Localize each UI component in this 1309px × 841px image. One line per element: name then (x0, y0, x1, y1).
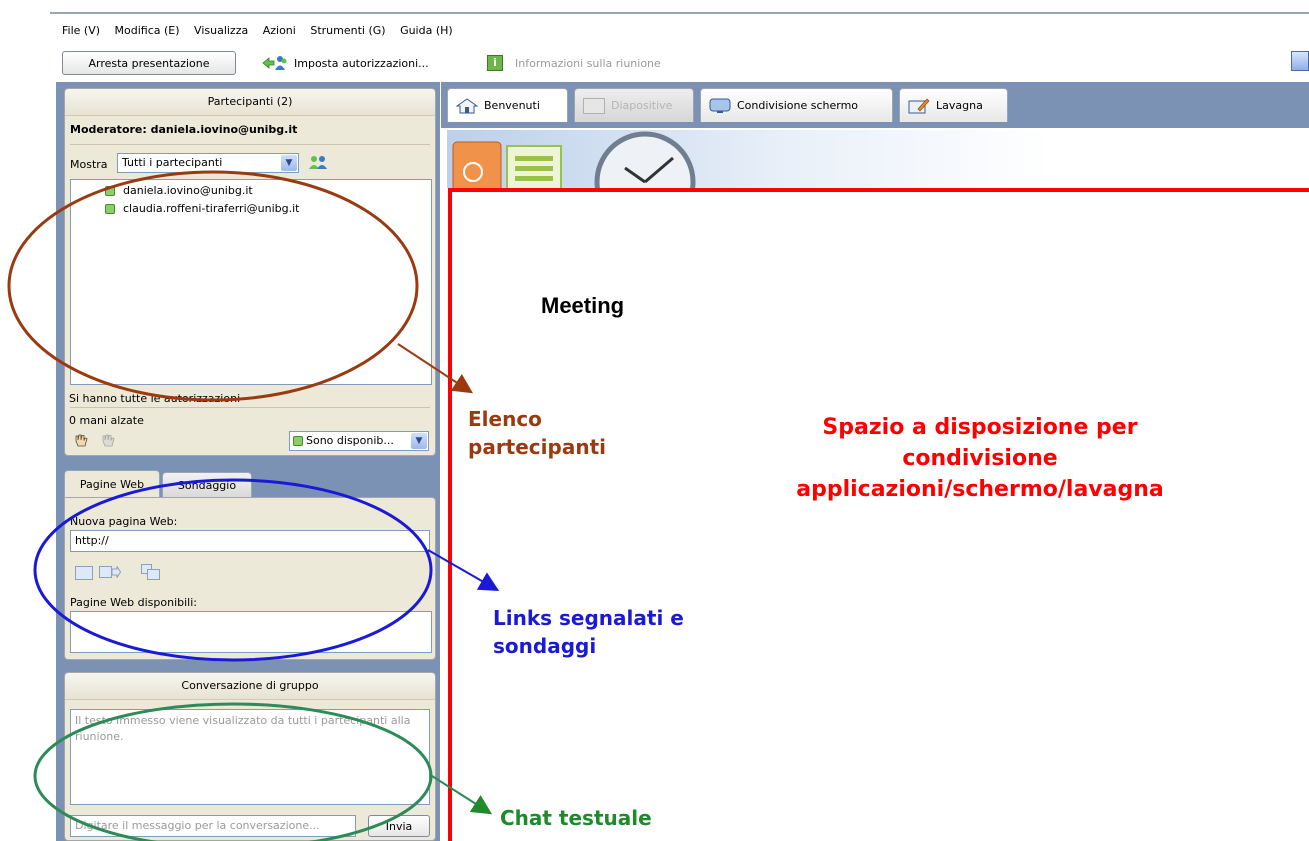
group-chat-title: Conversazione di gruppo (65, 673, 435, 700)
web-page-copy-icon[interactable] (141, 564, 161, 580)
meeting-info-label: Informazioni sulla riunione (515, 56, 661, 70)
group-chat-panel: Conversazione di gruppo Il testo immesso… (64, 672, 436, 841)
set-permissions-label: Imposta autorizzazioni... (294, 56, 429, 70)
chevron-down-icon: ▼ (411, 433, 427, 449)
menu-file[interactable]: File (V) (62, 20, 100, 42)
status-available-icon (293, 436, 303, 446)
divider (70, 144, 430, 145)
tab-web-pages[interactable]: Pagine Web (64, 470, 160, 498)
status-available-icon (105, 186, 115, 196)
chat-annotation: Chat testuale (500, 806, 652, 830)
menu-help[interactable]: Guida (H) (400, 20, 453, 42)
info-icon: i (487, 55, 503, 71)
availability-status-select[interactable]: Sono disponib... ▼ (289, 431, 429, 451)
share-area-annotation: Spazio a disposizione per condivisione a… (796, 415, 1164, 502)
web-pages-panel: Nuova pagina Web: http:// Pagine Web dis… (64, 497, 436, 660)
whiteboard-pen-icon (908, 97, 930, 114)
new-page-label: Nuova pagina Web: (70, 515, 178, 528)
tab-poll[interactable]: Sondaggio (162, 472, 252, 498)
participants-group-icon[interactable] (308, 153, 328, 173)
web-page-send-icon[interactable] (99, 564, 122, 580)
menu-bar: File (V) Modifica (E) Visualizza Azioni … (62, 20, 1309, 42)
participants-filter-select[interactable]: Tutti i partecipanti ▼ (117, 153, 299, 173)
participants-panel: Partecipanti (2) Moderatore: daniela.iov… (64, 88, 436, 456)
stop-presentation-button[interactable]: Arresta presentazione (62, 51, 236, 75)
display-settings-icon[interactable] (1291, 51, 1309, 71)
divider (70, 407, 430, 408)
window-top-border (50, 12, 1309, 14)
web-page-view-icon[interactable] (75, 566, 93, 580)
permissions-status: Si hanno tutte le autorizzazioni (69, 392, 241, 405)
show-label: Mostra (70, 158, 108, 171)
slides-icon (583, 97, 605, 114)
tab-slides[interactable]: Diapositive (574, 88, 694, 122)
available-pages-label: Pagine Web disponibili: (70, 596, 197, 609)
status-available-icon (105, 204, 115, 214)
tab-welcome[interactable]: Benvenuti (447, 88, 568, 122)
left-pane: Partecipanti (2) Moderatore: daniela.iov… (56, 82, 440, 841)
chevron-down-icon: ▼ (281, 155, 297, 171)
links-annotation: Links segnalati e sondaggi (493, 606, 684, 658)
welcome-banner-illustration (452, 131, 696, 188)
menu-edit[interactable]: Modifica (E) (115, 20, 180, 42)
tab-screen-sharing[interactable]: Condivisione schermo (700, 88, 893, 122)
menu-actions[interactable]: Azioni (263, 20, 296, 42)
main-tabstrip: Benvenuti Diapositive Condivisione scher… (441, 82, 1309, 128)
sharing-area-frame (448, 188, 1309, 841)
participants-title: Partecipanti (2) (65, 89, 435, 116)
hands-raised-count: 0 mani alzate (69, 414, 144, 427)
monitor-icon (709, 98, 731, 114)
raise-hand-icon[interactable] (73, 432, 89, 448)
send-button[interactable]: Invia (368, 815, 430, 837)
filter-value: Tutti i partecipanti (122, 156, 223, 169)
welcome-banner (447, 130, 1309, 188)
tab-whiteboard[interactable]: Lavagna (899, 88, 1008, 122)
status-value: Sono disponib... (306, 434, 394, 447)
menu-tools[interactable]: Strumenti (G) (310, 20, 385, 42)
participants-list[interactable]: daniela.iovino@unibg.it claudia.roffeni-… (70, 179, 432, 385)
lower-hand-icon[interactable] (100, 432, 116, 448)
url-input[interactable]: http:// (70, 530, 430, 552)
set-permissions-button[interactable]: Imposta autorizzazioni... (262, 52, 429, 74)
menu-view[interactable]: Visualizza (194, 20, 248, 42)
people-permissions-icon (262, 54, 288, 72)
home-icon (455, 97, 479, 114)
list-item[interactable]: claudia.roffeni-tiraferri@unibg.it (105, 200, 431, 218)
list-item[interactable]: daniela.iovino@unibg.it (105, 182, 431, 200)
moderator-label: Moderatore: daniela.iovino@unibg.it (70, 123, 298, 136)
chat-messages[interactable]: Il testo immesso viene visualizzato da t… (70, 709, 430, 805)
chat-message-input[interactable]: Digitare il messaggio per la conversazio… (70, 815, 356, 837)
available-pages-list[interactable] (70, 611, 432, 653)
meeting-info-button[interactable]: i Informazioni sulla riunione (487, 52, 661, 74)
participants-annotation: Elenco partecipanti (468, 407, 606, 459)
